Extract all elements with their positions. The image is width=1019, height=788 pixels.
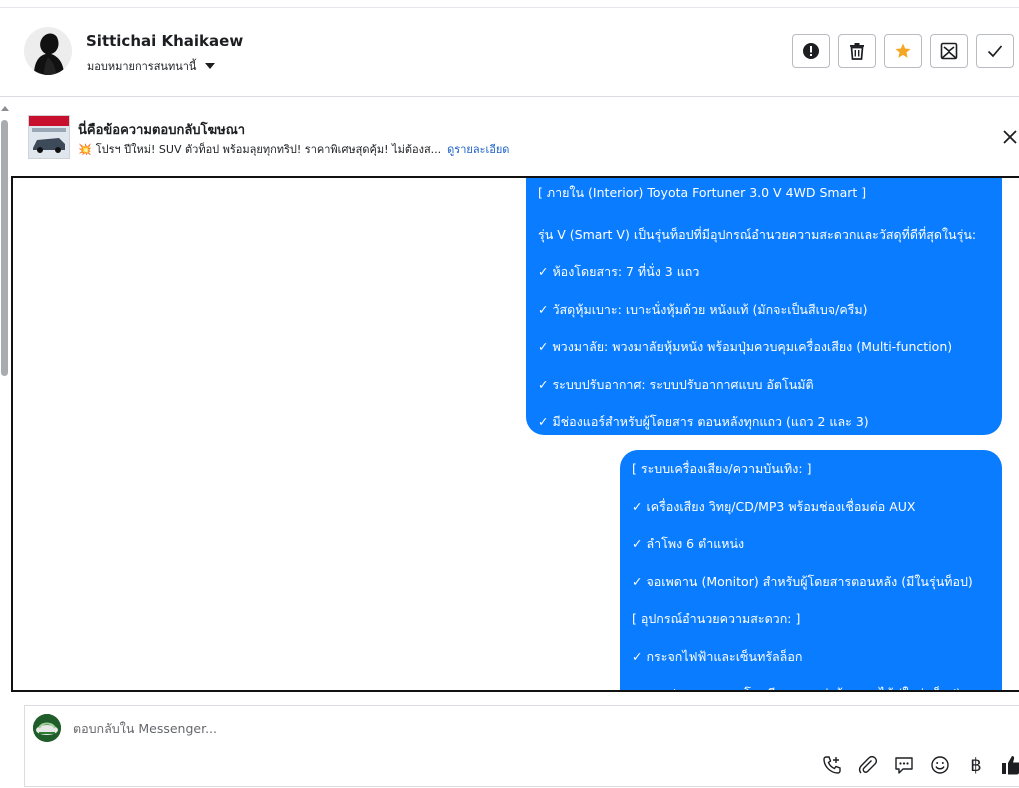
message-line: ✓ เครื่องเสียง วิทยุ/CD/MP3 พร้อมช่องเชื… xyxy=(632,498,916,514)
conversation-scrollbar[interactable] xyxy=(0,106,11,706)
caret-down-icon xyxy=(205,63,216,69)
close-icon xyxy=(1003,130,1017,144)
saved-reply-icon xyxy=(895,757,913,774)
attach-icon xyxy=(858,755,878,774)
attach-button[interactable] xyxy=(857,754,879,776)
header-actions xyxy=(792,34,1014,68)
baht-icon: ฿ xyxy=(970,754,982,776)
reply-composer: ตอบกลับใน Messenger... ฿ xyxy=(24,705,1019,787)
report-icon xyxy=(803,43,819,59)
message-line: [ ระบบเครื่องเสียง/ความบันเทิง: ] xyxy=(632,461,812,476)
message-line: [ อุปกรณ์อำนวยความสะดวก: ] xyxy=(632,611,801,626)
saved-replies-button[interactable] xyxy=(893,754,915,776)
message-line: ✓ วัสดุหุ้มเบาะ: เบาะนั่งหุ้มด้วย หนังแท… xyxy=(538,301,868,317)
page-avatar xyxy=(33,714,61,742)
like-button[interactable] xyxy=(1001,754,1019,776)
composer-tools: ฿ xyxy=(821,754,1019,776)
message-line: ✓ ห้องโดยสาร: 7 ที่นั่ง 3 แถว xyxy=(538,264,700,279)
mark-unread-icon xyxy=(940,42,958,60)
message-line: รุ่น V (Smart V) เป็นรุ่นท็อปที่มีอุปกรณ… xyxy=(538,226,977,242)
message-line: [ ภายใน (Interior) Toyota Fortuner 3.0 V… xyxy=(538,185,867,200)
assign-label: มอบหมายการสนทนานี้ xyxy=(87,60,197,73)
ad-reply-banner: นี่คือข้อความตอบกลับโฆษณา 💥 โปรฯ ปีใหม่! … xyxy=(12,108,1019,174)
close-ad-banner-button[interactable] xyxy=(1001,128,1019,146)
message-line: ✓ กระจกไฟฟ้าและเซ็นทรัลล็อก xyxy=(632,648,803,664)
message-bubble: [ ระบบเครื่องเสียง/ความบันเทิง: ] ✓ เครื… xyxy=(620,450,1002,690)
scroll-up-arrow[interactable] xyxy=(1,106,9,111)
done-icon xyxy=(987,45,1003,58)
message-line: ✓ มีช่องแอร์สำหรับผู้โดยสาร ตอนหลังทุกแถ… xyxy=(538,414,869,429)
ad-reply-title: นี่คือข้อความตอบกลับโฆษณา xyxy=(78,123,246,138)
message-thread[interactable]: [ ภายใน (Interior) Toyota Fortuner 3.0 V… xyxy=(11,176,1019,692)
message-line: ✓ ลำโพง 6 ตำแหน่ง xyxy=(632,536,745,551)
call-button[interactable] xyxy=(821,754,843,776)
message-line: ✓ ระบบปรับอากาศ: ระบบปรับอากาศแบบ อัตโนม… xyxy=(538,376,814,392)
like-icon xyxy=(1002,756,1019,775)
contact-name: Sittichai Khaikaew xyxy=(86,32,244,50)
call-icon xyxy=(823,756,841,774)
assign-conversation-dropdown[interactable]: มอบหมายการสนทนานี้ xyxy=(87,57,216,75)
ad-snippet-row: 💥 โปรฯ ปีใหม่! SUV ตัวท็อป พร้อมลุยทุกทริ… xyxy=(78,140,509,158)
emoji-icon xyxy=(931,756,949,774)
conversation-header: Sittichai Khaikaew มอบหมายการสนทนานี้ xyxy=(0,8,1019,97)
collision-emoji-icon: 💥 xyxy=(78,143,92,156)
message-line: ✓ พวงมาลัย: พวงมาลัยหุ้มหนัง พร้อมปุ่มคว… xyxy=(538,339,953,354)
ad-details-link[interactable]: ดูรายละเอียด xyxy=(447,143,509,156)
message-bubble: [ ภายใน (Interior) Toyota Fortuner 3.0 V… xyxy=(526,178,1002,435)
trash-icon xyxy=(850,43,864,60)
message-line: ✓ จอเพดาน (Monitor) สำหรับผู้โดยสารตอนหล… xyxy=(632,573,973,589)
star-icon xyxy=(895,43,911,58)
mark-unread-button[interactable] xyxy=(930,34,968,68)
emoji-button[interactable] xyxy=(929,754,951,776)
done-button[interactable] xyxy=(976,34,1014,68)
message-line: ✓ แผงประตูและคอนโซลมีการตกแต่งด้วยลายไม้… xyxy=(632,679,990,690)
report-button[interactable] xyxy=(792,34,830,68)
ad-snippet: โปรฯ ปีใหม่! SUV ตัวท็อป พร้อมลุยทุกทริป… xyxy=(95,143,442,156)
contact-avatar[interactable] xyxy=(24,27,72,75)
payment-button[interactable]: ฿ xyxy=(965,754,987,776)
reply-input[interactable]: ตอบกลับใน Messenger... xyxy=(73,719,217,739)
scroll-thumb[interactable] xyxy=(1,120,8,376)
ad-thumbnail[interactable] xyxy=(28,115,70,159)
star-button[interactable] xyxy=(884,34,922,68)
delete-button[interactable] xyxy=(838,34,876,68)
